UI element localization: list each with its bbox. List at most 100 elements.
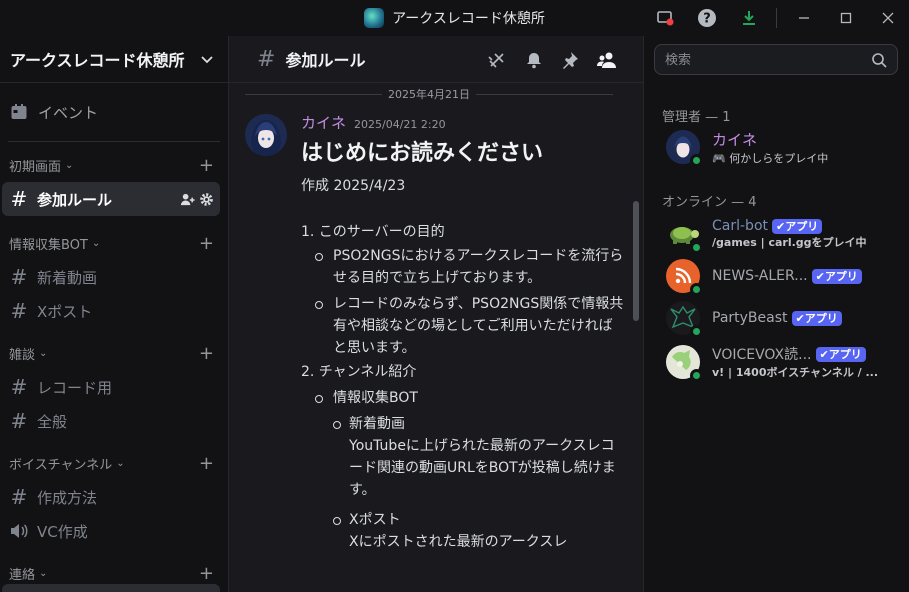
channel-label: 参加ルール	[37, 190, 113, 209]
invite-icon[interactable]	[180, 192, 195, 207]
avatar	[666, 301, 703, 338]
title-bar: アークスレコード休憩所 ?	[0, 0, 909, 36]
avatar	[666, 345, 703, 382]
minimize-button[interactable]	[783, 0, 825, 36]
server-header[interactable]: アークスレコード休憩所	[0, 36, 228, 83]
text-channel-icon: #	[10, 375, 28, 399]
channel-shinchaku[interactable]: # 新着動画	[2, 260, 220, 294]
sub-bullet-title: Xポスト	[301, 509, 625, 531]
member-name: Carl-bot	[712, 218, 768, 234]
add-channel-icon[interactable]: +	[199, 233, 214, 254]
category-label: 情報収集BOT	[9, 237, 88, 253]
app-badge: ✔アプリ	[815, 346, 866, 362]
maximize-button[interactable]	[825, 0, 867, 36]
app-badge-label: アプリ	[785, 219, 819, 233]
inbox-button[interactable]	[644, 0, 686, 36]
threads-icon[interactable]	[487, 50, 507, 70]
close-button[interactable]	[867, 0, 909, 36]
bullet-item: 情報収集BOT	[301, 387, 625, 409]
category-label: 雑談	[9, 347, 36, 363]
member-kaine[interactable]: カイネ 🎮 何かしらをプレイ中	[666, 126, 906, 168]
channel-record[interactable]: # レコード用	[2, 370, 220, 404]
text-channel-icon: #	[10, 409, 28, 433]
sub-bullet-text: Xにポストされた最新のアークスレ	[349, 534, 568, 550]
channel-x-post[interactable]: # Xポスト	[2, 294, 220, 328]
avatar[interactable]	[245, 114, 287, 156]
member-carl-bot[interactable]: Carl-bot ✔アプリ /games | carl.ggをプレイ中	[666, 213, 906, 255]
add-channel-icon[interactable]: +	[199, 343, 214, 364]
user-avatar-image	[245, 114, 287, 156]
member-name-row: NEWS-ALER... ✔アプリ	[712, 268, 862, 284]
gear-icon[interactable]	[199, 192, 214, 207]
gamepad-icon: 🎮	[712, 151, 726, 165]
message-author[interactable]: カイネ	[301, 112, 346, 133]
rules-list: 1. このサーバーの目的 PSO2NGSにおけるアークスレコードを流行らせる目的…	[301, 221, 625, 553]
member-list-icon[interactable]	[597, 51, 617, 69]
titlebar-divider	[776, 8, 777, 28]
text-channel-icon: #	[10, 265, 28, 289]
member-news-alert[interactable]: NEWS-ALER... ✔アプリ	[666, 255, 906, 297]
member-name-row: VOICEVOX読... ✔アプリ	[712, 344, 878, 364]
calendar-icon	[11, 104, 27, 119]
category-zatsudan[interactable]: 雑談 ⌄ +	[0, 336, 228, 370]
channel-label: 作成方法	[37, 488, 98, 507]
channel-sanka-rule[interactable]: # 参加ルール	[2, 182, 220, 216]
member-activity-text: 何かしらをプレイ中	[729, 151, 829, 165]
scrollbar-thumb[interactable]	[633, 201, 639, 321]
screen-icon	[657, 11, 674, 26]
member-voicevox[interactable]: VOICEVOX読... ✔アプリ v! | 1400ボイスチャンネル / ...	[666, 341, 906, 383]
help-button[interactable]: ?	[686, 0, 728, 36]
category-label: ボイスチャンネル	[9, 457, 113, 473]
avatar	[666, 217, 703, 254]
online-status-icon	[690, 325, 703, 338]
window-title-text: アークスレコード休憩所	[392, 11, 545, 27]
minimize-icon	[799, 17, 809, 19]
app-badge-label: アプリ	[828, 347, 862, 361]
bell-icon[interactable]	[525, 51, 543, 69]
channel-label: 全般	[37, 412, 68, 431]
category-info-bot[interactable]: 情報収集BOT ⌄ +	[0, 226, 228, 260]
avatar	[666, 130, 703, 167]
channel-header: # 参加ルール	[229, 36, 643, 83]
app-badge-label: アプリ	[824, 269, 858, 283]
date-divider-label: 2025年4月21日	[388, 88, 470, 101]
sub-bullet-title: 新着動画	[301, 413, 625, 435]
member-partybeast[interactable]: PartyBeast ✔アプリ	[666, 297, 906, 339]
events-label: イベント	[38, 103, 99, 122]
online-group-header: オンライン — 4	[662, 195, 757, 210]
chat-area: # 参加ルール 2025年4月21日 カイネ 2025/04/21 2:20 は…	[229, 36, 643, 592]
chevron-down-icon: ⌄	[91, 237, 101, 249]
text-channel-icon: #	[10, 299, 28, 323]
pin-icon[interactable]	[561, 51, 579, 69]
category-label: 連絡	[9, 567, 36, 583]
channel-general[interactable]: # 全般	[2, 404, 220, 438]
channel-vc-create[interactable]: VC作成	[2, 514, 220, 548]
member-name: カイネ	[712, 130, 758, 149]
add-channel-icon[interactable]: +	[199, 155, 214, 176]
channel-howto[interactable]: # 作成方法	[2, 480, 220, 514]
events-item[interactable]: イベント	[0, 89, 228, 135]
text-channel-icon: #	[10, 187, 28, 211]
chevron-down-icon: ⌄	[116, 457, 125, 469]
admin-group-header: 管理者 — 1	[662, 110, 731, 125]
add-channel-icon[interactable]: +	[199, 453, 214, 474]
search-input[interactable]	[665, 52, 845, 67]
message-heading: はじめにお読みください	[301, 141, 544, 166]
channel-partial[interactable]	[2, 584, 220, 592]
download-icon	[743, 11, 755, 25]
bullet-item: レコードのみならず、PSO2NGS関係で情報共有や相談などの場としてご利用いただ…	[301, 293, 625, 359]
online-status-icon	[690, 154, 703, 167]
member-name-row: Carl-bot ✔アプリ	[712, 218, 867, 234]
app-badge: ✔アプリ	[791, 310, 842, 326]
online-status-icon	[690, 369, 703, 382]
download-button[interactable]	[728, 0, 770, 36]
server-name: アークスレコード休憩所	[10, 51, 185, 70]
svg-text:?: ?	[703, 12, 711, 27]
search-box[interactable]	[654, 44, 898, 75]
category-voice[interactable]: ボイスチャンネル ⌄ +	[0, 446, 228, 480]
chevron-down-icon: ⌄	[65, 159, 74, 171]
sub-bullet-text: YouTubeに上げられた最新のアークスレコード関連の動画URLをBOTが投稿し…	[349, 438, 616, 498]
category-shoki[interactable]: 初期画面 ⌄ +	[0, 148, 228, 182]
window-title: アークスレコード休憩所	[364, 8, 545, 28]
add-channel-icon[interactable]: +	[199, 563, 214, 584]
